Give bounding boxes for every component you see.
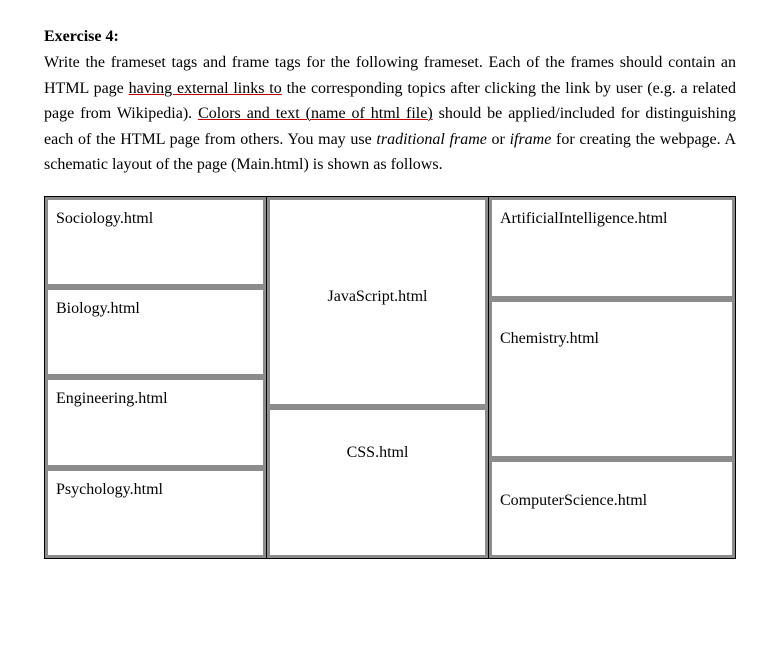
frame-label: ComputerScience.html [500, 492, 647, 510]
frame-css: CSS.html [267, 407, 488, 558]
para-text-4: or [487, 131, 510, 148]
frame-sociology: Sociology.html [45, 197, 266, 287]
frame-label: ArtificialIntelligence.html [500, 210, 668, 228]
underlined-phrase-1: having external links to [129, 80, 282, 97]
underlined-phrase-2: Colors and text (name of html file) [198, 105, 433, 122]
frame-engineering: Engineering.html [45, 377, 266, 467]
frame-label: Biology.html [56, 300, 140, 318]
frameset-layout: Sociology.html Biology.html Engineering.… [44, 196, 736, 559]
frame-label: Chemistry.html [500, 330, 599, 348]
frameset-column-2: JavaScript.html CSS.html [267, 197, 489, 558]
frame-label: Psychology.html [56, 481, 163, 499]
italic-phrase-2: iframe [510, 131, 552, 148]
frame-chemistry: Chemistry.html [489, 299, 735, 459]
frame-biology: Biology.html [45, 287, 266, 377]
exercise-paragraph: Write the frameset tags and frame tags f… [44, 50, 736, 178]
frame-label: Sociology.html [56, 210, 153, 228]
exercise-heading: Exercise 4: [44, 28, 736, 46]
frame-label: CSS.html [347, 444, 409, 462]
frame-computer-science: ComputerScience.html [489, 459, 735, 558]
frameset-column-1: Sociology.html Biology.html Engineering.… [45, 197, 267, 558]
frame-label: JavaScript.html [328, 288, 428, 306]
frame-label: Engineering.html [56, 390, 168, 408]
frame-javascript: JavaScript.html [267, 197, 488, 407]
frame-artificial-intelligence: ArtificialIntelligence.html [489, 197, 735, 299]
frameset-column-3: ArtificialIntelligence.html Chemistry.ht… [489, 197, 735, 558]
frame-psychology: Psychology.html [45, 468, 266, 558]
italic-phrase-1: traditional frame [376, 131, 486, 148]
